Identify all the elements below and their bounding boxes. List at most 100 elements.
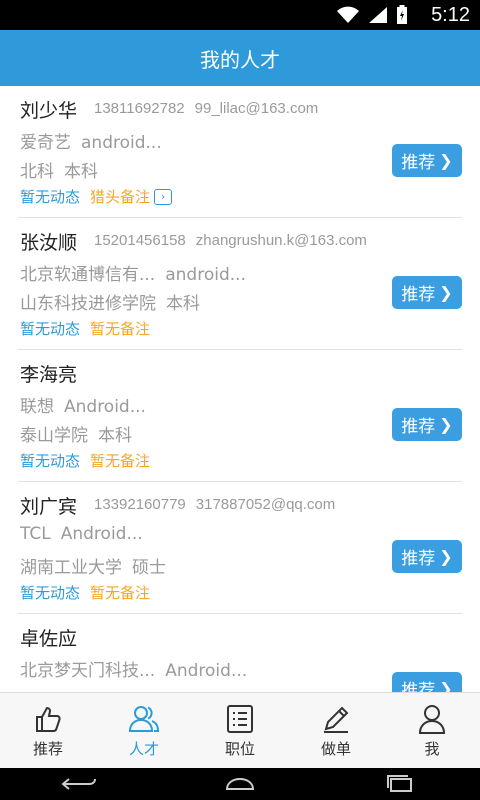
chevron-right-icon: ❯ <box>439 547 453 566</box>
recommend-button-label: 推荐 <box>401 549 436 569</box>
candidate-email: 99_lilac@163.com <box>194 100 319 117</box>
candidate-degree: 本科 <box>166 294 200 314</box>
note-status: 暂无备注 <box>90 584 151 602</box>
chevron-right-icon: ❯ <box>439 415 453 434</box>
recommend-button-label: 推荐 <box>401 285 436 305</box>
recommend-button[interactable]: 推荐 ❯ <box>392 408 462 441</box>
bottom-nav: 推荐 人才 职位 做单 我 <box>0 692 480 768</box>
candidate-degree: 硕士 <box>132 558 166 578</box>
note-status: 暂无备注 <box>90 452 151 470</box>
candidate-tags: 暂无动态 暂无备注 <box>20 450 150 471</box>
nav-label: 职位 <box>224 740 255 758</box>
activity-status: 暂无动态 <box>20 320 81 338</box>
note-status: 暂无备注 <box>90 320 151 338</box>
recommend-button-label: 推荐 <box>401 417 436 437</box>
candidate-role: Android... <box>60 524 143 544</box>
candidate-company: 北京软通博信有... <box>20 265 156 285</box>
candidate-phone: 13392160779 <box>94 496 186 513</box>
signal-icon <box>369 7 387 23</box>
candidate-company: 联想 <box>20 397 54 417</box>
recommend-button[interactable]: 推荐 ❯ <box>392 672 462 692</box>
candidate-phone: 15201456158 <box>94 232 186 249</box>
candidate-education-line: 北科 本科 <box>20 157 98 182</box>
candidate-school: 山东科技进修学院 <box>20 294 156 314</box>
candidate-contact: 13392160779 317887052@qq.com <box>94 496 335 513</box>
candidate-name: 卓佐应 <box>20 628 78 650</box>
candidate-degree: 本科 <box>64 162 98 182</box>
chevron-right-icon: ❯ <box>439 283 453 302</box>
candidate-school: 湖南工业大学 <box>20 558 122 578</box>
chevron-right-icon: ❯ <box>439 679 453 692</box>
candidate-company-line: 北京软通博信有... android... <box>20 260 246 285</box>
nav-label: 推荐 <box>32 740 63 758</box>
activity-status: 暂无动态 <box>20 584 81 602</box>
back-icon[interactable] <box>59 773 101 795</box>
title-bar: 我的人才 <box>0 30 480 86</box>
list-item[interactable]: 李海亮 联想 Android... 泰山学院 本科 暂无动态 暂无备注 推荐 ❯ <box>18 350 462 482</box>
candidate-education-line: 湖南工业大学 硕士 <box>20 553 166 578</box>
person-icon <box>418 705 446 734</box>
candidate-company: TCL <box>20 524 51 544</box>
candidate-tags: 暂无动态 猎头备注 › <box>20 186 173 207</box>
nav-item-recommend[interactable]: 推荐 <box>0 693 96 768</box>
candidate-role: android... <box>81 133 162 153</box>
candidate-school: 泰山学院 <box>20 426 88 446</box>
candidate-name: 张汝顺 <box>20 232 78 254</box>
nav-item-talent[interactable]: 人才 <box>96 693 192 768</box>
candidate-role: Android... <box>64 397 146 417</box>
candidate-list[interactable]: 刘少华 13811692782 99_lilac@163.com 爱奇艺 andro… <box>0 86 480 692</box>
nav-item-orders[interactable]: 做单 <box>288 693 384 768</box>
candidate-company-line: 爱奇艺 android... <box>20 128 162 153</box>
status-bar: 5:12 <box>0 0 480 30</box>
candidate-tags: 暂无动态 暂无备注 <box>20 318 150 339</box>
page-title: 我的人才 <box>200 47 280 72</box>
recommend-button-label: 推荐 <box>401 681 436 692</box>
recent-apps-icon[interactable] <box>379 773 421 795</box>
recommend-button[interactable]: 推荐 ❯ <box>392 276 462 309</box>
system-nav-bar <box>0 768 480 800</box>
nav-label: 人才 <box>128 740 159 758</box>
candidate-name: 李海亮 <box>20 364 78 386</box>
candidate-company: 爱奇艺 <box>20 133 71 153</box>
status-time: 5:12 <box>431 4 470 26</box>
candidate-contact: 15201456158 zhangrushun.k@163.com <box>94 232 367 249</box>
chevron-right-icon[interactable]: › <box>154 188 173 205</box>
list-item[interactable]: 刘广宾 13392160779 317887052@qq.com TCL Andro… <box>18 482 462 614</box>
candidate-education-line: 山东科技进修学院 本科 <box>20 289 200 314</box>
list-icon <box>227 705 253 733</box>
people-icon <box>128 706 160 732</box>
wifi-icon <box>337 6 359 23</box>
candidate-phone: 13811692782 <box>94 100 185 117</box>
list-item[interactable]: 张汝顺 15201456158 zhangrushun.k@163.com 北京软… <box>18 218 462 350</box>
status-icons <box>336 5 408 25</box>
thumbs-up-icon <box>36 706 61 732</box>
candidate-email: zhangrushun.k@163.com <box>195 232 367 249</box>
nav-item-jobs[interactable]: 职位 <box>192 693 288 768</box>
chevron-right-icon: ❯ <box>439 151 453 170</box>
candidate-name: 刘广宾 <box>20 496 78 518</box>
candidate-name: 刘少华 <box>20 100 78 122</box>
nav-label: 做单 <box>320 740 351 758</box>
candidate-company-line: 北京梦天门科技... Android... <box>20 656 247 681</box>
candidate-school: 北科 <box>20 162 54 182</box>
activity-status: 暂无动态 <box>20 452 81 470</box>
headhunter-note-link[interactable]: 猎头备注 <box>90 186 150 207</box>
candidate-company-line: 联想 Android... <box>20 392 146 417</box>
list-item[interactable]: 刘少华 13811692782 99_lilac@163.com 爱奇艺 andro… <box>18 86 462 218</box>
nav-item-me[interactable]: 我 <box>384 693 480 768</box>
battery-icon <box>397 5 407 24</box>
recommend-button[interactable]: 推荐 ❯ <box>392 540 462 573</box>
candidate-company: 北京梦天门科技... <box>20 661 156 681</box>
pen-icon <box>324 706 349 733</box>
list-item[interactable]: 卓佐应 北京梦天门科技... Android... 推荐 ❯ <box>18 614 462 692</box>
recommend-button-label: 推荐 <box>401 153 436 173</box>
recommend-button[interactable]: 推荐 ❯ <box>392 144 462 177</box>
candidate-company-line: TCL Android... <box>20 524 143 544</box>
candidate-contact: 13811692782 99_lilac@163.com <box>94 100 318 117</box>
home-icon[interactable] <box>219 773 261 795</box>
candidate-degree: 本科 <box>98 426 132 446</box>
activity-status: 暂无动态 <box>20 188 81 206</box>
candidate-email: 317887052@qq.com <box>195 496 336 513</box>
candidate-education-line: 泰山学院 本科 <box>20 421 132 446</box>
nav-label: 我 <box>424 740 440 758</box>
